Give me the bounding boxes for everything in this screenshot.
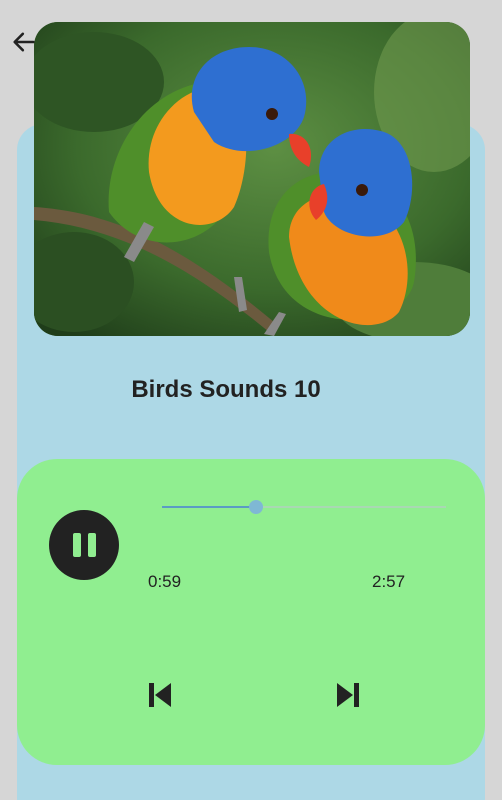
pause-icon: [72, 533, 96, 557]
pause-button[interactable]: [49, 510, 119, 580]
skip-next-icon: [337, 683, 359, 707]
arrow-left-icon: [13, 32, 35, 52]
player-screen: Birds Sounds 10 0:59 2:57: [0, 0, 502, 800]
album-artwork: [34, 22, 470, 336]
next-button[interactable]: [333, 679, 363, 711]
seek-slider[interactable]: [162, 497, 446, 517]
elapsed-time: 0:59: [148, 572, 182, 591]
back-button[interactable]: [8, 26, 40, 58]
skip-previous-icon: [149, 683, 171, 707]
previous-button[interactable]: [145, 679, 175, 711]
player-controls-panel: 0:59 2:57: [17, 459, 485, 765]
total-duration: 2:57: [372, 572, 406, 591]
seek-slider-thumb[interactable]: [248, 500, 263, 514]
seek-slider-progress: [162, 506, 256, 508]
track-title: Birds Sounds 10: [131, 376, 321, 403]
